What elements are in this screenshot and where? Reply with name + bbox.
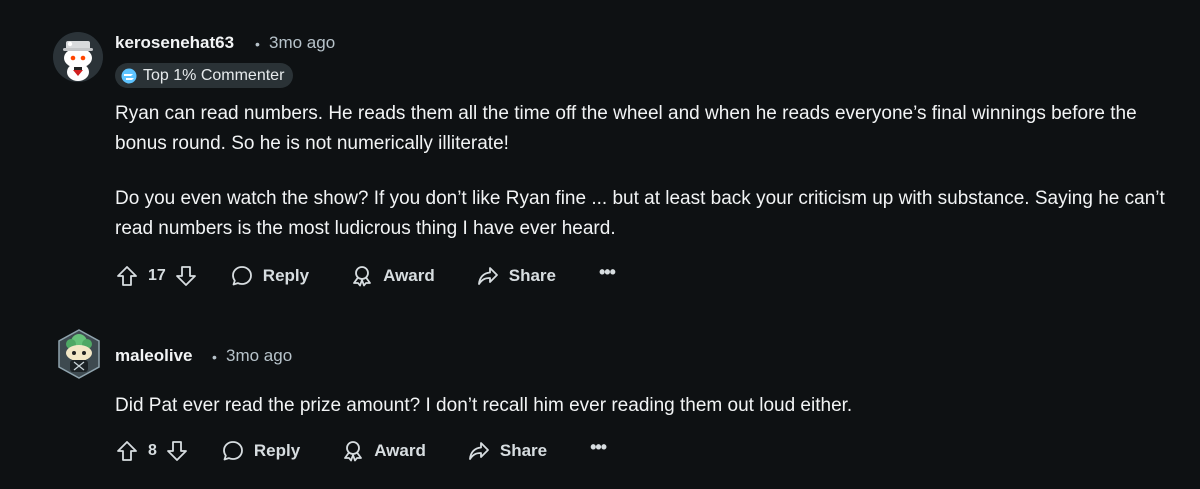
avatar[interactable] [56,326,102,382]
reply-button[interactable]: Reply [230,264,309,288]
more-options-icon[interactable]: ••• [599,263,616,285]
meta-separator: • [255,36,260,52]
comment-timestamp[interactable]: 3mo ago [226,346,292,366]
share-arrow-icon [468,442,489,460]
comment-author[interactable]: maleolive [115,346,193,366]
vote-score: 8 [148,442,157,459]
speech-bubble-icon [231,266,252,286]
downvote-arrow-icon[interactable] [174,264,198,288]
vote-group: 8 [115,439,189,463]
reply-button[interactable]: Reply [221,439,300,463]
comment-body: Ryan can read numbers. He reads them all… [115,99,1190,244]
share-button[interactable]: Share [467,439,547,463]
vote-group: 17 [115,264,198,288]
comment-actions: 8 Reply Award Share ••• [115,436,607,466]
snoo-avatar-icon [58,329,100,379]
speech-bubble-icon [223,441,243,461]
commenter-flair-icon [121,68,137,83]
award-ribbon-icon [353,266,371,287]
share-label: Share [499,441,548,460]
comment-actions: 17 Reply Award Share ••• [115,261,616,291]
reply-label: Reply [253,441,301,460]
user-flair-badge: Top 1% Commenter [115,63,294,88]
flair-label: Top 1% Commenter [143,66,285,84]
comment-paragraph: Do you even watch the show? If you don’t… [115,188,1165,239]
vote-score: 17 [148,267,166,284]
upvote-arrow-icon[interactable] [115,439,139,463]
share-label: Share [508,266,556,285]
award-label: Award [383,266,435,285]
comment-paragraph: Ryan can read numbers. He reads them all… [115,103,1137,154]
award-button[interactable]: Award [341,439,426,463]
comment: kerosenehat63 • 3mo ago Top 1% Commenter… [0,0,1200,300]
comment-author[interactable]: kerosenehat63 [115,33,234,53]
comment-paragraph: Did Pat ever read the prize amount? I do… [115,395,853,416]
award-label: Award [374,441,426,460]
meta-separator: • [212,349,217,365]
award-ribbon-icon [344,441,363,462]
snoo-avatar-icon [53,32,103,82]
more-options-icon[interactable]: ••• [590,438,607,460]
comment: maleolive • 3mo ago Did Pat ever read th… [0,320,1200,489]
reply-label: Reply [262,266,310,285]
award-button[interactable]: Award [350,264,435,288]
avatar[interactable] [53,32,103,82]
comment-body: Did Pat ever read the prize amount? I do… [115,391,1190,421]
comment-timestamp[interactable]: 3mo ago [269,33,335,53]
share-arrow-icon [477,267,498,285]
downvote-arrow-icon[interactable] [165,439,189,463]
upvote-arrow-icon[interactable] [115,264,139,288]
share-button[interactable]: Share [476,264,556,288]
